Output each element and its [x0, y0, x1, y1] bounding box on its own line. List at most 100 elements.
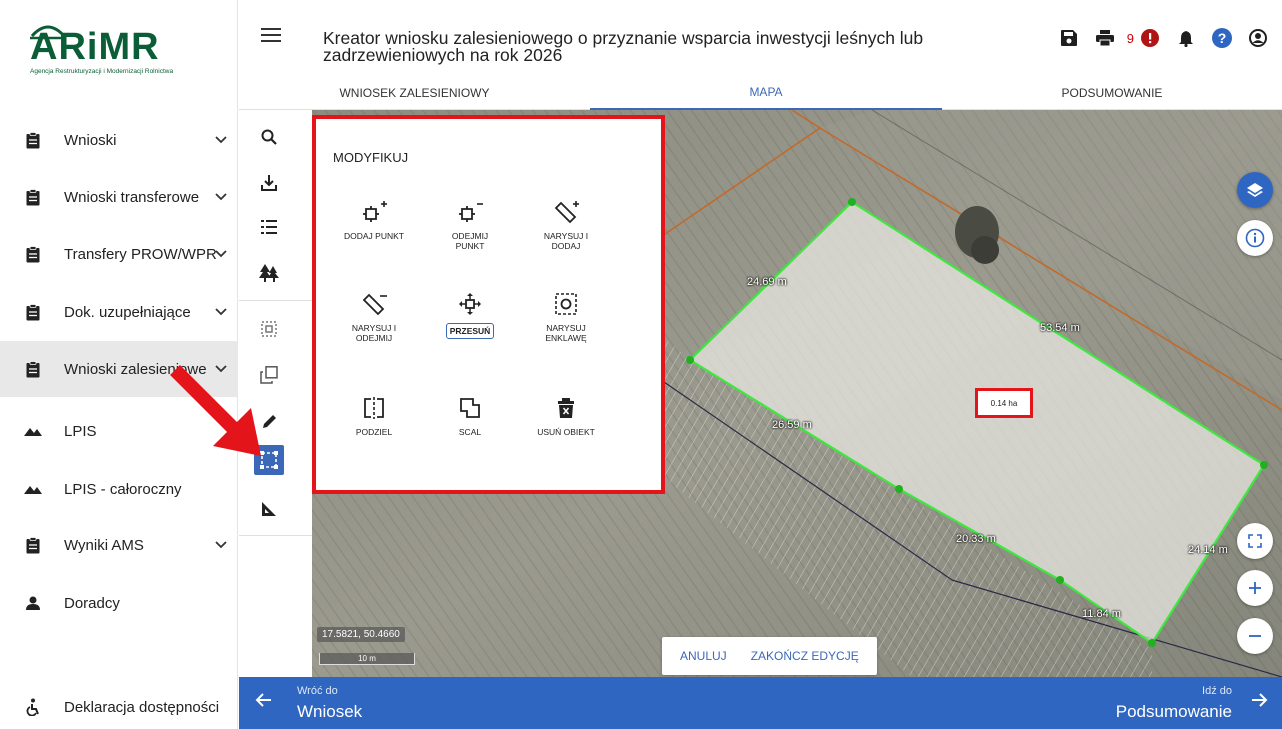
back-target: Wniosek [297, 702, 363, 721]
clipboard-icon [24, 188, 42, 206]
sidebar-item-lpis-caloroczny[interactable]: LPIS - całoroczny [0, 461, 238, 517]
search-icon[interactable] [254, 122, 284, 152]
modify-panel: MODYFIKUJ DODAJ PUNKT ODEJMIJ PUNKT NARY… [312, 115, 665, 494]
area-label: 0.14 ha [975, 388, 1033, 418]
sidebar-item-label: LPIS - całoroczny [64, 480, 182, 498]
back-caption: Wróć do [297, 685, 338, 697]
move-button[interactable]: PRZESUŃ [430, 291, 510, 339]
chevron-down-icon[interactable] [214, 190, 228, 204]
sidebar-item-label: Dok. uzupełniające [64, 303, 191, 321]
account-icon[interactable] [1246, 26, 1270, 50]
tool-label: DODAJ PUNKT [344, 231, 404, 241]
next-button[interactable]: Idź do Podsumowanie [1062, 677, 1282, 729]
merge-button[interactable]: SCAL [430, 395, 510, 437]
sidebar-item-label: Wnioski transferowe [64, 188, 200, 206]
sidebar-item-wnioski-transferowe[interactable]: Wnioski transferowe [0, 169, 238, 225]
measurement-label: 24.14 m [1188, 544, 1228, 556]
tool-label: PRZESUŃ [445, 323, 495, 339]
tool-label: ODEJMIJ PUNKT [451, 231, 489, 251]
back-button[interactable]: Wróć do Wniosek [239, 677, 439, 729]
logo-subtitle: Agencja Restrukturyzacji i Modernizacji … [30, 68, 174, 75]
draw-add-icon [553, 199, 579, 225]
accessibility-icon [24, 698, 42, 716]
fullscreen-icon[interactable] [1237, 523, 1273, 559]
tool-label: NARYSUJ I DODAJ [543, 231, 589, 251]
tool-label: PODZIEL [355, 427, 393, 437]
help-icon[interactable]: ? [1210, 26, 1234, 50]
cancel-button[interactable]: ANULUJ [680, 649, 727, 663]
delete-object-button[interactable]: USUŃ OBIEKT [526, 395, 606, 437]
print-icon[interactable] [1093, 26, 1117, 50]
sidebar-item-deklaracja-dostepnosci[interactable]: Deklaracja dostępności [0, 679, 238, 729]
chevron-down-icon[interactable] [214, 133, 228, 147]
pencil-icon[interactable] [254, 407, 284, 437]
logo-text: ARiMR [30, 26, 160, 68]
info-icon[interactable] [1237, 220, 1273, 256]
bottom-navigation: Wróć do Wniosek Idź do Podsumowanie [239, 677, 1282, 729]
measurement-label: 20.33 m [956, 533, 996, 545]
enclave-icon [553, 291, 579, 317]
zoom-in-icon[interactable] [1237, 570, 1273, 606]
clipboard-icon [24, 131, 42, 149]
next-target: Podsumowanie [1115, 702, 1232, 721]
measurement-label: 53.54 m [1040, 322, 1080, 334]
bell-icon[interactable] [1174, 26, 1198, 50]
chevron-down-icon[interactable] [214, 247, 228, 261]
person-icon [24, 594, 42, 612]
sidebar-item-wyniki-ams[interactable]: Wyniki AMS [0, 517, 238, 573]
scale-bar: 10 m [319, 653, 415, 665]
layers-icon[interactable] [1237, 172, 1273, 208]
sidebar-item-transfery-prow-wpr[interactable]: Transfery PROW/WPR [0, 226, 238, 282]
modify-icon[interactable] [254, 445, 284, 475]
map-toolbar [239, 110, 312, 677]
alert-icon[interactable] [1138, 26, 1162, 50]
sidebar-item-wnioski[interactable]: Wnioski [0, 112, 238, 168]
move-icon [457, 291, 483, 317]
next-caption: Idź do [1202, 685, 1232, 697]
clipboard-icon [24, 303, 42, 321]
sidebar-item-label: Doradcy [64, 594, 120, 612]
draw-add-button[interactable]: NARYSUJ I DODAJ [526, 199, 606, 251]
sidebar-item-label: Wnioski zalesieniowe [64, 360, 207, 378]
arrow-left-icon [255, 692, 271, 713]
sidebar-item-label: LPIS [64, 422, 97, 440]
draw-subtract-button[interactable]: NARYSUJ I ODEJMIJ [334, 291, 414, 343]
sidebar-item-wnioski-zalesieniowe[interactable]: Wnioski zalesieniowe [0, 341, 238, 397]
copy-geometry-icon[interactable] [254, 360, 284, 390]
sidebar-item-label: Wnioski [64, 131, 117, 149]
finish-edit-button[interactable]: ZAKOŃCZ EDYCJĘ [751, 649, 859, 663]
download-icon[interactable] [254, 168, 284, 198]
tab-bar: WNIOSEK ZALESIENIOWY MAPA PODSUMOWANIE [239, 75, 1282, 110]
tab-wniosek-zalesieniowy[interactable]: WNIOSEK ZALESIENIOWY [239, 75, 590, 110]
sidebar-item-dok-uzupelniajace[interactable]: Dok. uzupełniające [0, 284, 238, 340]
save-icon[interactable] [1057, 26, 1081, 50]
tab-mapa[interactable]: MAPA [590, 75, 942, 110]
tab-podsumowanie[interactable]: PODSUMOWANIE [942, 75, 1282, 110]
menu-icon[interactable] [261, 28, 281, 44]
tool-label: NARYSUJ I ODEJMIJ [351, 323, 397, 343]
add-point-button[interactable]: DODAJ PUNKT [334, 199, 414, 241]
edit-actions: ANULUJ ZAKOŃCZ EDYCJĘ [662, 637, 877, 675]
header: Kreator wniosku zalesieniowego o przyzna… [239, 0, 1282, 110]
chevron-down-icon[interactable] [214, 362, 228, 376]
measure-icon[interactable] [254, 494, 284, 524]
arimr-logo[interactable]: ARiMR Agencja Restrukturyzacji i Moderni… [30, 20, 220, 82]
list-icon[interactable] [254, 212, 284, 242]
chevron-down-icon[interactable] [214, 538, 228, 552]
remove-point-button[interactable]: ODEJMIJ PUNKT [430, 199, 510, 251]
select-area-icon[interactable] [254, 314, 284, 344]
forest-icon[interactable] [254, 258, 284, 288]
add-point-icon [361, 199, 387, 225]
sidebar-item-doradcy[interactable]: Doradcy [0, 575, 238, 631]
zoom-out-icon[interactable] [1237, 618, 1273, 654]
sidebar-item-label: Deklaracja dostępności [64, 698, 220, 716]
tool-label: NARYSUJ ENKLAWĘ [545, 323, 587, 343]
chevron-down-icon[interactable] [214, 305, 228, 319]
split-button[interactable]: PODZIEL [334, 395, 414, 437]
sidebar-item-lpis[interactable]: LPIS [0, 403, 238, 459]
draw-enclave-button[interactable]: NARYSUJ ENKLAWĘ [526, 291, 606, 343]
tool-label: USUŃ OBIEKT [537, 427, 595, 437]
clipboard-icon [24, 245, 42, 263]
page-title: Kreator wniosku zalesieniowego o przyzna… [323, 28, 924, 65]
arrow-right-icon [1252, 692, 1268, 713]
